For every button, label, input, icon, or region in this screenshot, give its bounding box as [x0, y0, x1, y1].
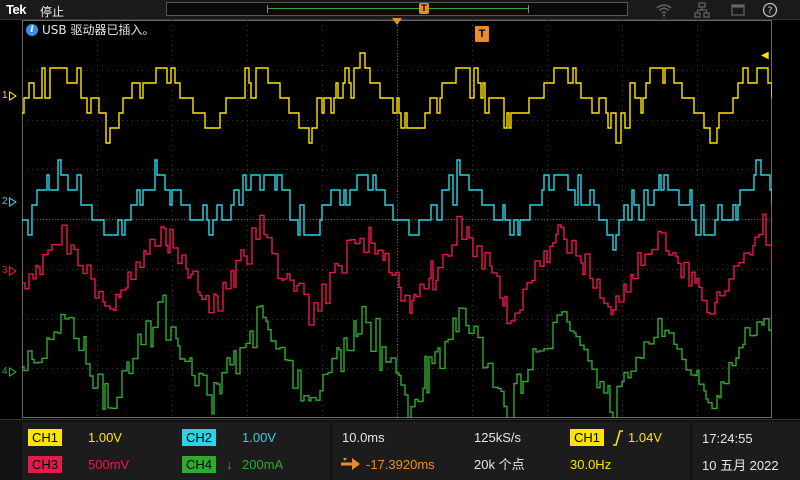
ch3-badge[interactable]: CH3 [28, 456, 63, 473]
ch3-marker-arrow-icon [8, 265, 17, 276]
acquisition-run-state[interactable]: 停止 [40, 3, 64, 20]
trigger-position-marker[interactable]: T [419, 3, 429, 14]
delay-arrow-icon [341, 458, 360, 470]
record-length[interactable]: 20k 个点 [474, 456, 525, 473]
rising-edge-icon [613, 430, 623, 446]
window-icon[interactable] [730, 2, 746, 18]
trigger-level-arrow-icon[interactable]: ◀ [761, 50, 769, 61]
horizontal-trigger-panel[interactable]: 10.0ms 125kS/s -17.3920ms 20k 个点 CH1 1.0… [332, 422, 690, 480]
trigger-level[interactable]: 1.04V [628, 429, 662, 446]
trigger-marker[interactable]: T [475, 26, 489, 42]
time-per-division[interactable]: 10.0ms [342, 429, 385, 446]
ch1-scale[interactable]: 1.00V [88, 429, 122, 446]
graticule [22, 20, 772, 418]
brand-logo: Tek [6, 2, 26, 17]
info-icon: i [26, 23, 38, 36]
ch1-waveform [22, 52, 772, 144]
status-message-text: USB 驱动器已插入。 [42, 23, 155, 37]
ch4-coupling-icon: ↓ [226, 457, 233, 472]
help-icon[interactable]: ? [762, 2, 778, 18]
ch1-marker-label: 1 [2, 90, 8, 101]
clock-panel[interactable]: 17:24:55 10 五月 2022 [692, 422, 800, 480]
ch2-badge[interactable]: CH2 [182, 429, 217, 446]
ch4-marker-label: 4 [2, 366, 8, 377]
ch2-scale[interactable]: 1.00V [242, 429, 276, 446]
ch2-marker-arrow-icon [8, 196, 17, 207]
waveform-display[interactable] [22, 20, 772, 418]
top-bar: Tek 停止 T ? [0, 0, 800, 20]
ch4-marker-arrow-icon [8, 366, 17, 377]
ch4-ground-marker[interactable]: 4 [2, 366, 17, 377]
trigger-source-badge[interactable]: CH1 [570, 429, 605, 446]
network-icon[interactable] [694, 2, 710, 18]
trigger-frequency: 30.0Hz [570, 457, 612, 472]
horizontal-delay[interactable]: -17.3920ms [366, 456, 435, 473]
sample-rate[interactable]: 125kS/s [474, 429, 521, 446]
ch4-badge[interactable]: CH4 [182, 456, 217, 473]
ch2-ground-marker[interactable]: 2 [2, 196, 17, 207]
status-bar: CH1 1.00V CH2 1.00V CH3 500mV CH4 ↓ 200m… [0, 419, 800, 480]
ch4-scale[interactable]: 200mA [242, 456, 283, 473]
ch1-marker-arrow-icon [8, 90, 17, 101]
clock-date: 10 五月 2022 [702, 458, 779, 473]
record-view-window[interactable] [267, 5, 529, 13]
status-message[interactable]: i USB 驱动器已插入。 [24, 21, 161, 37]
clock-time: 17:24:55 [702, 431, 753, 446]
record-view-strip[interactable]: T [166, 2, 628, 16]
trigger-time-marker [392, 18, 402, 25]
ch2-marker-label: 2 [2, 196, 8, 207]
ch3-marker-label: 3 [2, 265, 8, 276]
wifi-icon[interactable] [656, 2, 672, 18]
ch3-scale[interactable]: 500mV [88, 456, 129, 473]
ch1-ground-marker[interactable]: 1 [2, 90, 17, 101]
ch1-badge[interactable]: CH1 [28, 429, 63, 446]
channel-readout-panel[interactable]: CH1 1.00V CH2 1.00V CH3 500mV CH4 ↓ 200m… [22, 422, 330, 480]
svg-text:?: ? [767, 6, 772, 17]
ch3-ground-marker[interactable]: 3 [2, 265, 17, 276]
